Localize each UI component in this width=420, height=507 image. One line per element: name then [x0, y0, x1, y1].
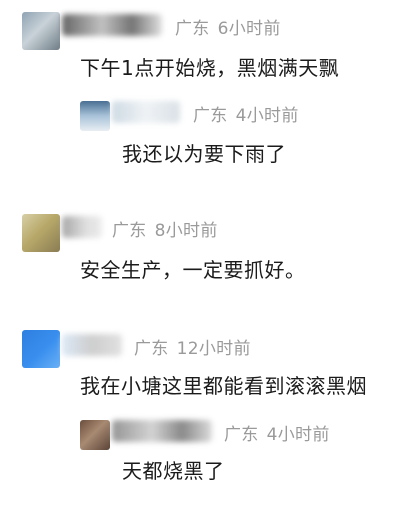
location-label: 广东 — [134, 339, 169, 359]
avatar[interactable] — [22, 330, 60, 368]
comment-text: 我在小塘这里都能看到滚滚黑烟 — [80, 374, 367, 398]
reply-meta: 广东 4小时前 — [224, 420, 338, 445]
timestamp: 12小时前 — [176, 339, 251, 359]
username-blurred[interactable] — [62, 334, 122, 356]
username-blurred[interactable] — [112, 420, 212, 442]
reply-text: 天都烧黑了 — [122, 459, 225, 483]
timestamp: 4小时前 — [266, 425, 330, 445]
location-label: 广东 — [224, 425, 259, 445]
avatar[interactable] — [80, 420, 110, 450]
comment-item: 广东 12小时前 我在小塘这里都能看到滚滚黑烟 广东 4小时前 天都烧黑了 — [0, 0, 420, 507]
comment-meta: 广东 12小时前 — [134, 334, 259, 359]
